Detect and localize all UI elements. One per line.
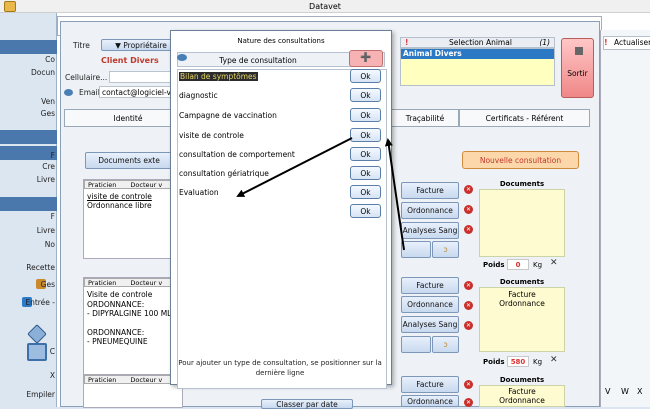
annotation-arrows (236, 137, 405, 251)
arrow-to-consultation-line (236, 137, 353, 197)
arrow-to-ok-button (384, 138, 405, 251)
